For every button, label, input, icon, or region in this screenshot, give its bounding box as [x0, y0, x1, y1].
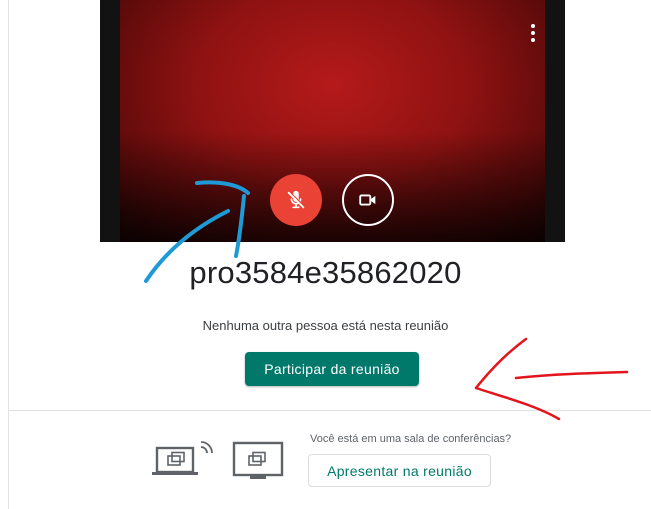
mic-off-icon: [287, 190, 305, 209]
meet-pre-join-screen: pro3584e35862020 Nenhuma outra pessoa es…: [0, 0, 651, 509]
conference-room-question: Você está em uma sala de conferências?: [310, 433, 512, 445]
section-divider: [8, 410, 651, 411]
camera-feed: [120, 0, 545, 242]
meeting-code: pro3584e35862020: [189, 255, 462, 290]
monitor-cast-icon: [232, 441, 284, 479]
videocam-icon: [359, 194, 376, 206]
conference-room-icons: [152, 441, 284, 479]
laptop-cast-icon: [152, 441, 213, 475]
present-meeting-button[interactable]: Apresentar na reunião: [308, 454, 491, 487]
video-preview: [100, 0, 565, 242]
camera-toggle-button[interactable]: [342, 174, 394, 226]
more-options-icon[interactable]: [525, 24, 541, 52]
participants-status: Nenhuma outra pessoa está nesta reunião: [202, 318, 449, 333]
mic-toggle-button[interactable]: [270, 174, 322, 226]
join-meeting-button[interactable]: Participar da reunião: [245, 352, 419, 386]
